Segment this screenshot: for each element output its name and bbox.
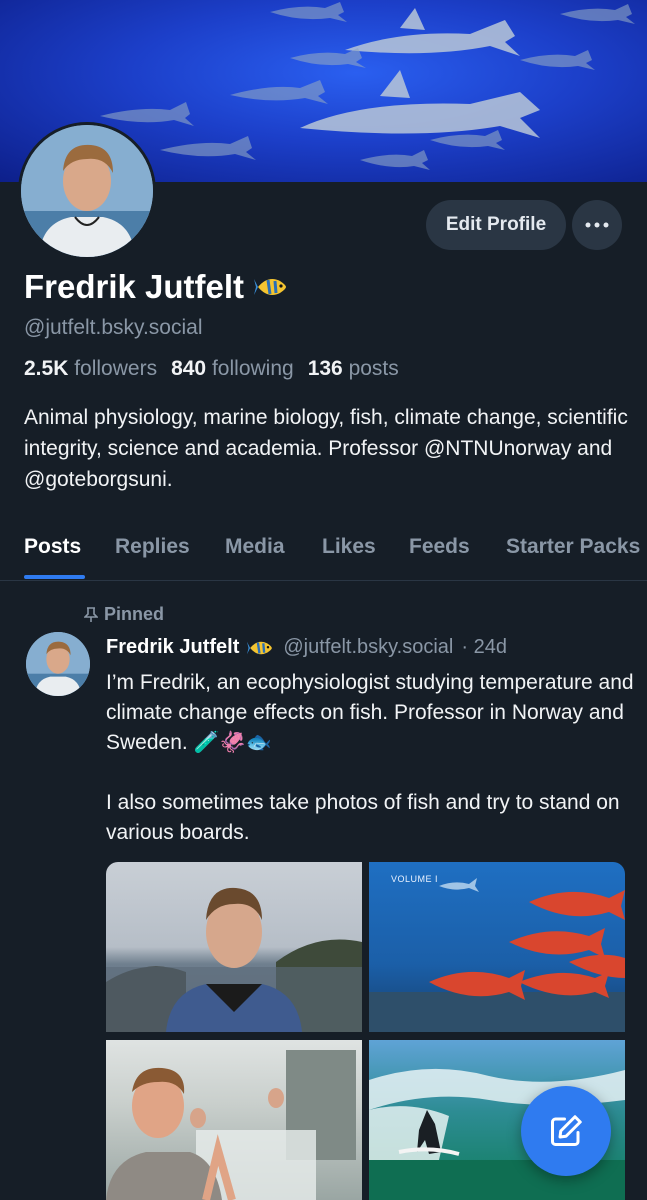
- active-tab-indicator: [24, 575, 85, 579]
- post-author-handle[interactable]: @jutfelt.bsky.social: [283, 636, 453, 659]
- tropical-fish-emoji-icon: [254, 279, 287, 295]
- profile-name-row: Fredrik Jutfelt: [24, 268, 290, 306]
- more-options-button[interactable]: [572, 200, 622, 250]
- post-age: · 24d: [461, 636, 507, 658]
- followers-stat[interactable]: 2.5K followers: [24, 357, 157, 381]
- tab-media[interactable]: Media: [225, 535, 285, 559]
- tab-replies[interactable]: Replies: [115, 535, 190, 559]
- edit-profile-button[interactable]: Edit Profile: [426, 200, 566, 250]
- post-author-name[interactable]: Fredrik Jutfelt: [106, 636, 239, 659]
- image-caption-text: VOLUME I: [391, 874, 439, 884]
- pinned-indicator: Pinned: [84, 604, 164, 625]
- compose-icon: [551, 1115, 582, 1146]
- profile-handle: @jutfelt.bsky.social: [24, 316, 203, 339]
- post-image-lab-selfie[interactable]: [106, 1040, 362, 1200]
- tab-feeds[interactable]: Feeds: [409, 535, 470, 559]
- pin-icon: [84, 606, 98, 622]
- post-author-avatar[interactable]: [26, 632, 90, 696]
- post-text: I’m Fredrik, an ecophysiologist studying…: [106, 671, 634, 844]
- post-header: Fredrik Jutfelt @jutfelt.bsky.social · 2…: [106, 636, 507, 659]
- post-image-portrait[interactable]: [106, 862, 362, 1032]
- profile-avatar[interactable]: [18, 122, 156, 260]
- tropical-fish-emoji-icon: [247, 641, 273, 654]
- profile-stats: 2.5K followers 840 following 136 posts: [24, 357, 399, 381]
- profile-tabs: Posts Replies Media Likes Feeds Starter …: [0, 527, 647, 581]
- tab-likes[interactable]: Likes: [322, 535, 376, 559]
- pinned-label: Pinned: [104, 604, 165, 624]
- tab-posts[interactable]: Posts: [24, 535, 81, 559]
- profile-bio: Animal physiology, marine biology, fish,…: [24, 406, 628, 491]
- tab-starter-packs[interactable]: Starter Packs: [506, 535, 640, 559]
- compose-post-button[interactable]: [521, 1086, 611, 1176]
- profile-display-name: Fredrik Jutfelt: [24, 268, 245, 305]
- post-image-red-fish[interactable]: VOLUME I: [369, 862, 625, 1032]
- posts-stat: 136 posts: [307, 357, 399, 380]
- ellipsis-icon: [585, 222, 609, 228]
- following-stat[interactable]: 840 following: [171, 357, 294, 381]
